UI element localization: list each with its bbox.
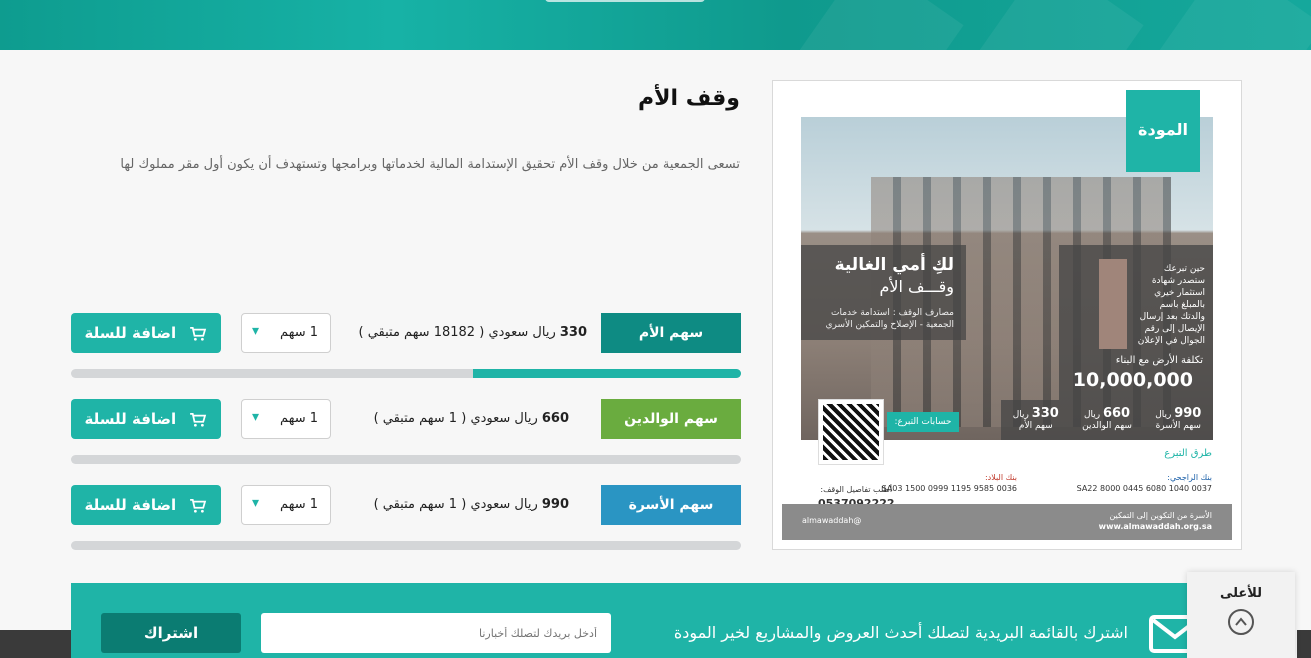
poster-arrow (1099, 259, 1127, 349)
top-banner (0, 0, 1311, 50)
chevron-down-icon: ▾ (252, 409, 260, 425)
quantity-select[interactable]: 1 سهم ▾ (241, 399, 331, 439)
back-to-top-button[interactable]: للأعلى (1187, 572, 1295, 658)
progress-bar-family (71, 541, 741, 550)
poster-subheadline: وقـــف الأم (879, 277, 954, 296)
quantity-value: 1 سهم (280, 497, 318, 512)
share-currency: ريال سعودي (470, 411, 538, 426)
poster-price-parents: 660 ريال سهم الوالدين (1082, 406, 1132, 432)
page-description: تسعى الجمعية من خلال وقف الأم تحقيق الإس… (120, 157, 740, 172)
poster-price-mother: 330 ريال سهم الأم (1012, 406, 1059, 432)
add-to-cart-label: اضافة للسلة (84, 324, 177, 342)
waqf-poster-image[interactable]: المودة لكِ أمي الغالية وقـــف الأم مصارف… (772, 80, 1242, 550)
poster-headline: لكِ أمي الغالية (834, 255, 954, 275)
progress-bar-mother (71, 369, 741, 378)
poster-description: مصارف الوقف : استدامة خدمات الجمعية - ال… (825, 308, 954, 330)
poster-headline-box: لكِ أمي الغالية وقـــف الأم مصارف الوقف … (801, 245, 966, 340)
poster-logo-text: المودة (1138, 120, 1188, 139)
bank-iban: SA03 1500 0999 1195 9585 0036 (881, 484, 1017, 493)
add-to-cart-button[interactable]: اضافة للسلة (71, 399, 221, 439)
add-to-cart-label: اضافة للسلة (84, 410, 177, 428)
poster-footer-tagline: الأسرة من التكوين إلى التمكين (1109, 511, 1212, 520)
poster-footer-handle: @almawaddah (802, 516, 862, 525)
page-title: وقف الأم (638, 86, 740, 111)
poster-bank-albilad: بنك البلاد: SA03 1500 0999 1195 9585 003… (882, 472, 1017, 494)
share-currency: ريال سعودي (488, 325, 556, 340)
poster-canvas: المودة لكِ أمي الغالية وقـــف الأم مصارف… (782, 90, 1232, 540)
share-row-mother: سهم الأم 330 ريال سعودي ( 18182 سهم متبق… (71, 313, 741, 353)
qr-code-icon (819, 400, 883, 464)
email-input[interactable] (261, 613, 611, 653)
poster-price-value: 990 (1174, 406, 1202, 421)
newsletter-section: اشترك بالقائمة البريدية لتصلك أحدث العرو… (71, 583, 1241, 658)
poster-price-name: سهم الأسرة (1155, 421, 1201, 431)
poster-accounts-label: حسابات التبرع: (887, 412, 959, 432)
chevron-up-icon (1228, 609, 1254, 635)
progress-bar-parents (71, 455, 741, 464)
cart-icon (190, 326, 207, 341)
quantity-select[interactable]: 1 سهم ▾ (241, 485, 331, 525)
share-label: سهم الأم (601, 313, 741, 353)
poster-logo: المودة (1126, 90, 1200, 172)
back-to-top-label: للأعلى (1219, 586, 1263, 601)
share-row-parents: سهم الوالدين 660 ريال سعودي ( 1 سهم متبق… (71, 399, 741, 439)
newsletter-text: اشترك بالقائمة البريدية لتصلك أحدث العرو… (673, 623, 1128, 642)
poster-price-family: 990 ريال سهم الأسرة (1155, 406, 1202, 432)
quantity-value: 1 سهم (280, 325, 318, 340)
banner-title-fragment (545, 0, 705, 2)
add-to-cart-button[interactable]: اضافة للسلة (71, 485, 221, 525)
poster-price-unit: ريال (1012, 410, 1029, 420)
poster-price-value: 660 (1102, 406, 1131, 421)
chevron-down-icon: ▾ (252, 323, 260, 339)
share-currency: ريال سعودي (470, 497, 538, 512)
cart-icon (190, 412, 207, 427)
share-row-family: سهم الأسرة 990 ريال سعودي ( 1 سهم متبقي … (71, 485, 741, 525)
progress-fill (473, 369, 741, 378)
poster-cost: 10,000,000 (1072, 369, 1193, 391)
bank-iban: SA22 8000 0445 6080 1040 0037 (1076, 484, 1212, 493)
share-price-value: 330 (559, 325, 587, 340)
add-to-cart-label: اضافة للسلة (84, 496, 177, 514)
share-label: سهم الأسرة (601, 485, 741, 525)
footer-strip (1297, 630, 1311, 658)
bank-name: بنك البلاد: (984, 473, 1017, 482)
poster-price-name: سهم الأم (1018, 421, 1053, 431)
banner-decoration (796, 0, 964, 50)
poster-methods-label: طرق التبرع (1164, 448, 1212, 459)
quantity-select[interactable]: 1 سهم ▾ (241, 313, 331, 353)
poster-footer-site: www.almawaddah.org.sa (1098, 522, 1212, 531)
banner-decoration (976, 0, 1144, 50)
poster-footer-info: الأسرة من التكوين إلى التمكين www.almawa… (1099, 510, 1212, 532)
poster-cost-label: تكلفة الأرض مع البناء (1115, 355, 1203, 366)
poster-price-name: سهم الوالدين (1082, 421, 1132, 431)
share-price-value: 660 (541, 411, 569, 426)
share-price: 660 ريال سعودي ( 1 سهم متبقي ) (374, 399, 569, 439)
poster-info-text: حين تبرعك ستصدر شهادة استثمار خيري بالمب… (1137, 264, 1205, 346)
share-price: 330 ريال سعودي ( 18182 سهم متبقي ) (358, 313, 587, 353)
share-remaining: ( 1 سهم متبقي ) (373, 411, 467, 426)
poster-price-unit: ريال (1155, 410, 1172, 420)
poster-price-unit: ريال (1083, 410, 1101, 420)
bank-name: بنك الراجحي: (1167, 473, 1212, 482)
share-remaining: ( 18182 سهم متبقي ) (358, 325, 485, 340)
share-price: 990 ريال سعودي ( 1 سهم متبقي ) (374, 485, 569, 525)
footer-strip (0, 630, 72, 658)
quantity-value: 1 سهم (280, 411, 318, 426)
poster-bank-rajhi: بنك الراجحي: SA22 8000 0445 6080 1040 00… (1077, 472, 1212, 494)
share-label: سهم الوالدين (601, 399, 741, 439)
subscribe-button[interactable]: اشتراك (101, 613, 241, 653)
poster-info-box: حين تبرعك ستصدر شهادة استثمار خيري بالمب… (1059, 245, 1213, 400)
share-price-value: 990 (541, 497, 569, 512)
chevron-down-icon: ▾ (252, 495, 260, 511)
add-to-cart-button[interactable]: اضافة للسلة (71, 313, 221, 353)
poster-prices: 990 ريال سهم الأسرة 660 ريال سهم الوالدي… (1001, 400, 1213, 440)
banner-decoration (1156, 0, 1311, 50)
poster-footer: @almawaddah الأسرة من التكوين إلى التمكي… (782, 504, 1232, 540)
share-remaining: ( 1 سهم متبقي ) (373, 497, 467, 512)
cart-icon (190, 498, 207, 513)
poster-price-value: 330 (1031, 406, 1059, 421)
